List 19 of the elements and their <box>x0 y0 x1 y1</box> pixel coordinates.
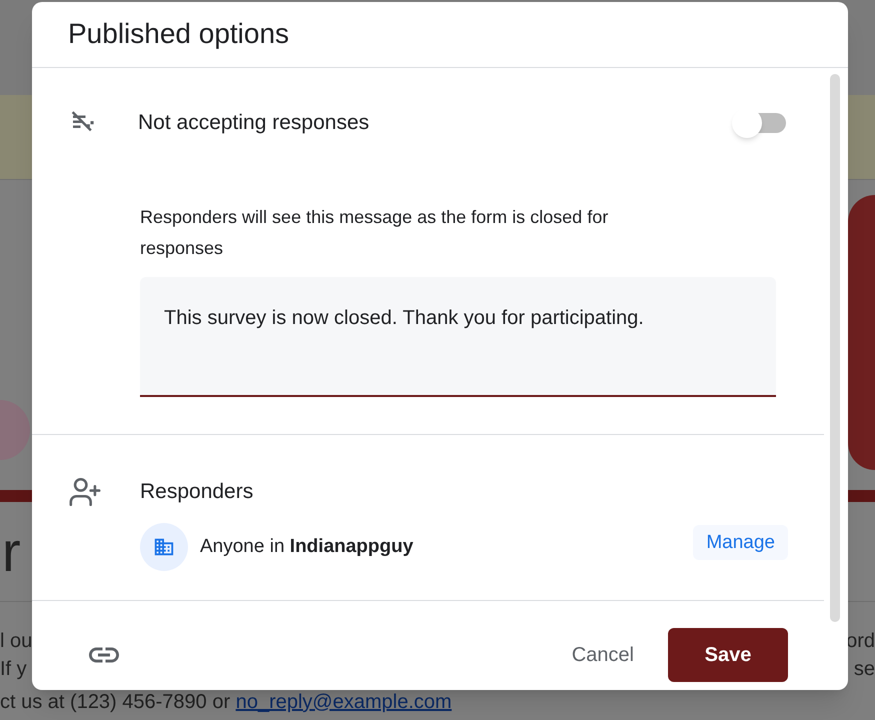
option-label: Not accepting responses <box>138 110 370 136</box>
cancel-button[interactable]: Cancel <box>562 640 644 670</box>
section-title: Responders <box>140 479 254 506</box>
contact-text: ct us at (123) 456-7890 or no_reply@example.com <box>0 691 453 713</box>
message-description: Responders will see this message as the form is closed for responses <box>140 206 610 260</box>
body-text: ord <box>846 629 875 654</box>
message-field[interactable]: This survey is now closed. Thank you for participating. <box>140 276 776 397</box>
email-link[interactable]: no_reply@example.com <box>236 691 452 713</box>
body-text: l ou <box>0 629 32 654</box>
audience-text: Anyone in Indianappguy <box>200 534 414 559</box>
body-text: se <box>854 657 875 682</box>
manage-button[interactable]: Manage <box>693 525 788 560</box>
body-text: If y <box>0 657 27 682</box>
save-button[interactable]: Save <box>668 628 788 682</box>
scrollbar[interactable] <box>830 74 840 622</box>
building-icon <box>140 522 188 571</box>
heading-text: r <box>2 524 21 580</box>
toggle-switch[interactable] <box>732 110 788 135</box>
dialog-title: Published options <box>68 17 290 52</box>
